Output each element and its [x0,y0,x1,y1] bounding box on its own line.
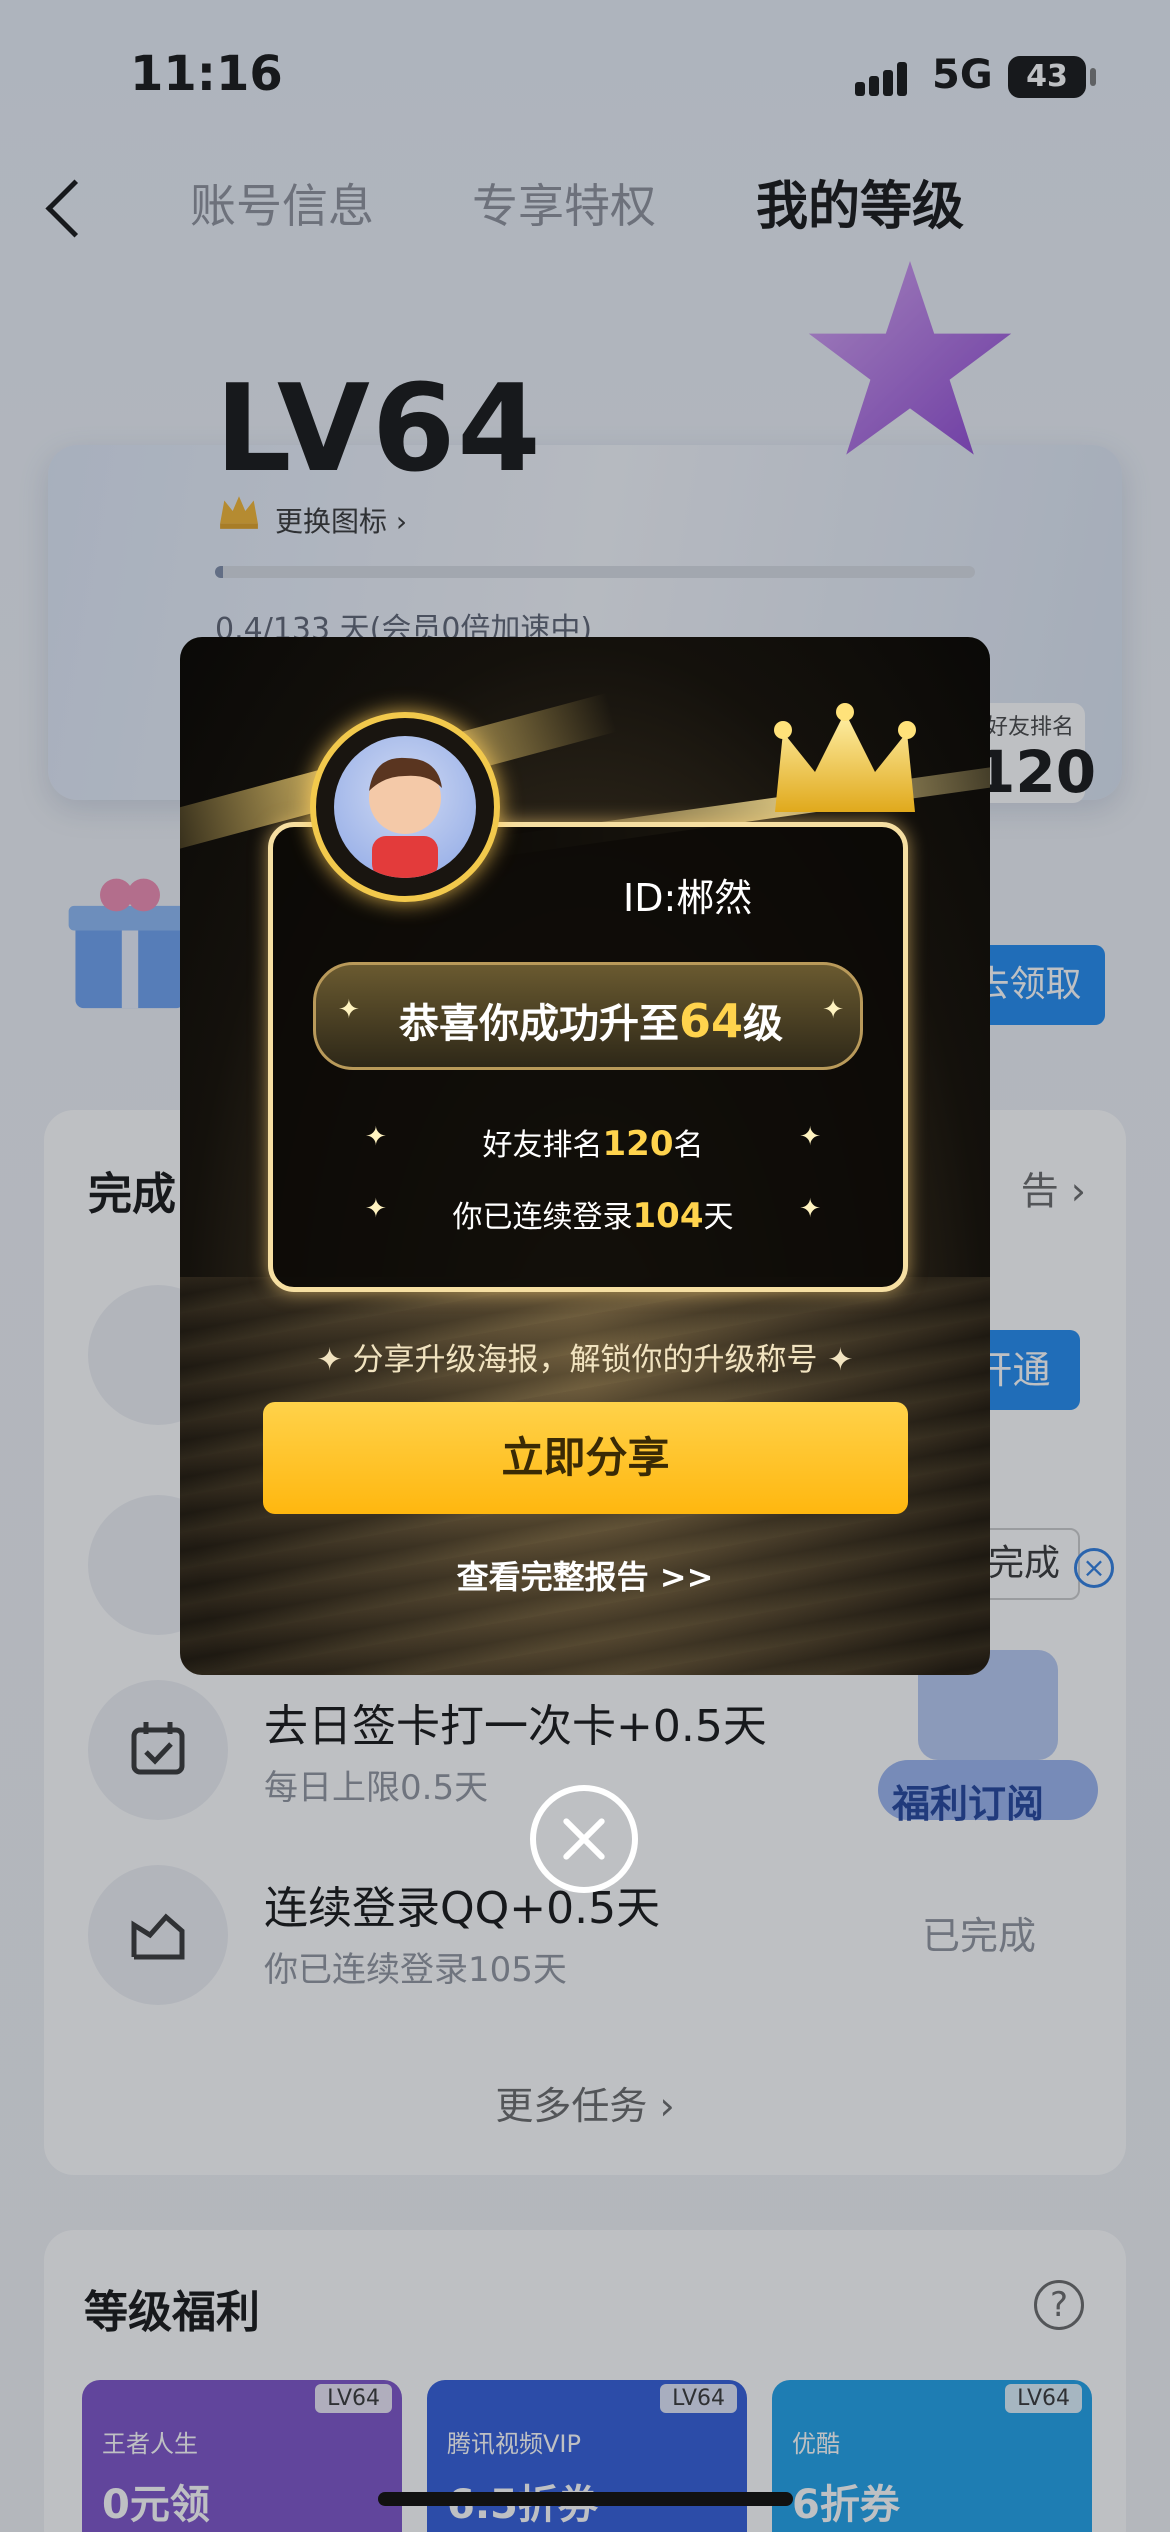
sparkle-icon: ✦ [338,995,360,1025]
crown-icon [774,703,916,812]
sparkle-icon: ✦ [799,1122,821,1152]
login-streak-stat: ✦ 你已连续登录104天 ✦ [365,1194,821,1236]
avatar-image [334,736,476,878]
avatar [310,712,500,902]
level-up-modal: ID:郴然 ✦ 恭喜你成功升至64级 ✦ ✦ 好友排名120名 ✦ ✦ 你已连续… [180,637,990,1675]
sparkle-icon: ✦ [365,1194,387,1224]
sparkle-icon: ✦ [799,1194,821,1224]
sparkle-icon: ✦ [817,1342,854,1378]
full-report-link[interactable]: 查看完整报告 >> [180,1552,990,1598]
congrats-text: ✦ 恭喜你成功升至64级 ✦ [338,994,844,1048]
friend-rank-stat: ✦ 好友排名120名 ✦ [365,1122,821,1164]
home-indicator[interactable] [378,2492,793,2506]
congrats-pill: ✦ 恭喜你成功升至64级 ✦ [313,962,863,1070]
share-hint: ✦ 分享升级海报，解锁你的升级称号 ✦ [316,1342,854,1378]
sparkle-icon: ✦ [316,1342,353,1378]
share-button[interactable]: 立即分享 [263,1402,908,1514]
sparkle-icon: ✦ [822,995,844,1025]
sparkle-icon: ✦ [365,1122,387,1152]
user-id: ID:郴然 [623,876,753,920]
close-modal-icon[interactable] [530,1785,638,1893]
